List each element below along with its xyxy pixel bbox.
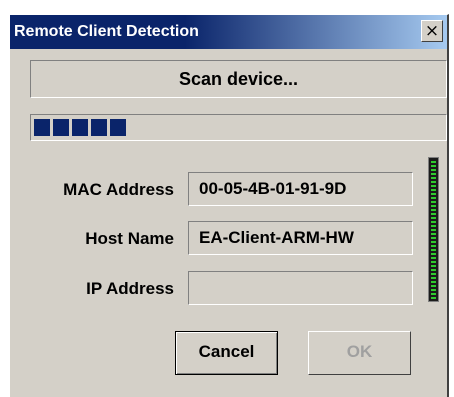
led-dot — [431, 285, 436, 287]
led-dot — [431, 265, 436, 267]
led-dot — [431, 237, 436, 239]
activity-led-icon — [428, 157, 439, 302]
led-dot — [431, 233, 436, 235]
progress-segment — [91, 119, 107, 136]
led-dot — [431, 261, 436, 263]
progress-segment — [34, 119, 50, 136]
progress-segment — [72, 119, 88, 136]
host-name-field[interactable]: EA-Client-ARM-HW — [188, 221, 413, 255]
led-dot — [431, 289, 436, 291]
led-dot — [431, 277, 436, 279]
led-dot — [431, 269, 436, 271]
progress-segment — [110, 119, 126, 136]
cancel-button[interactable]: Cancel — [175, 331, 278, 375]
led-dot — [431, 221, 436, 223]
led-dot — [431, 185, 436, 187]
led-dot — [431, 177, 436, 179]
led-dot — [431, 169, 436, 171]
led-dot — [431, 281, 436, 283]
scan-device-button[interactable]: Scan device... — [30, 60, 447, 98]
mac-address-value: 00-05-4B-01-91-9D — [199, 179, 347, 198]
led-dot — [431, 257, 436, 259]
scan-device-label: Scan device... — [178, 69, 299, 89]
led-dot — [431, 253, 436, 255]
led-dot — [431, 193, 436, 195]
led-dot — [431, 229, 436, 231]
progress-segment — [53, 119, 69, 136]
led-dot — [431, 213, 436, 215]
led-dot — [431, 197, 436, 199]
progress-fill — [34, 119, 134, 136]
led-dot — [431, 293, 436, 295]
ip-address-label: IP Address — [86, 279, 174, 298]
led-dot — [431, 173, 436, 175]
mac-address-field[interactable]: 00-05-4B-01-91-9D — [188, 172, 413, 206]
ip-address-field[interactable] — [188, 271, 413, 305]
led-dot — [431, 297, 436, 299]
close-icon[interactable]: × — [421, 20, 443, 42]
led-dot — [431, 217, 436, 219]
led-dot — [431, 201, 436, 203]
led-dot — [431, 273, 436, 275]
led-dot — [431, 165, 436, 167]
title-bar[interactable]: Remote Client Detection × — [10, 15, 447, 49]
mac-address-label: MAC Address — [63, 180, 174, 199]
host-name-label: Host Name — [85, 229, 174, 248]
scan-progress-bar — [30, 114, 447, 141]
led-dot — [431, 225, 436, 227]
led-dot — [431, 209, 436, 211]
led-dot — [431, 189, 436, 191]
led-dot — [431, 245, 436, 247]
led-dot — [431, 205, 436, 207]
ok-button[interactable]: OK — [308, 331, 411, 375]
dialog-window: Remote Client Detection × Scan device...… — [9, 14, 449, 397]
led-dot — [431, 241, 436, 243]
led-dot — [431, 249, 436, 251]
host-name-value: EA-Client-ARM-HW — [199, 228, 354, 247]
led-dot — [431, 161, 436, 163]
window-title: Remote Client Detection — [14, 23, 199, 40]
led-dot — [431, 181, 436, 183]
